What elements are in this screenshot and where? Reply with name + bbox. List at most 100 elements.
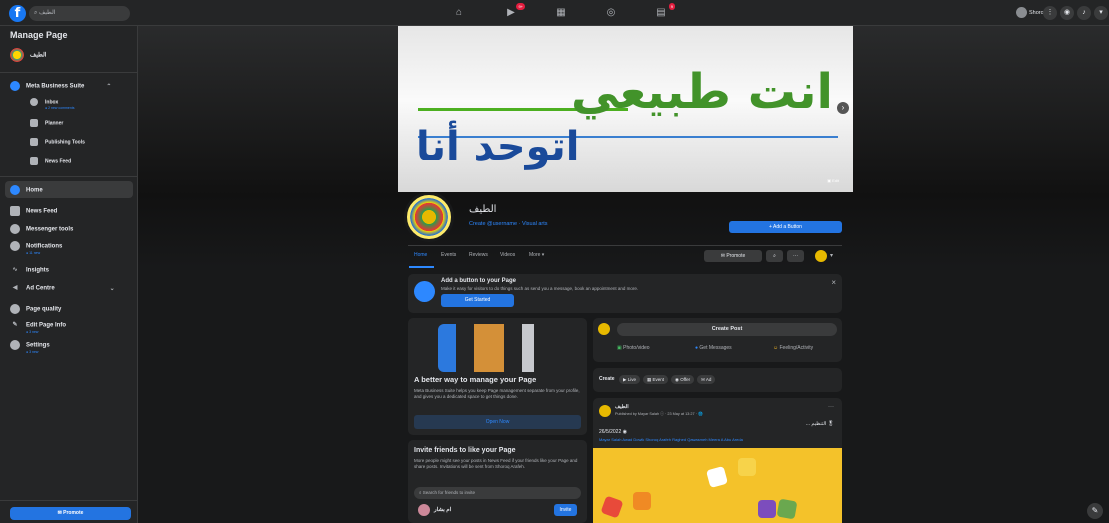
open-now-button[interactable]: Open Now [414, 415, 581, 429]
sidebar-item-home[interactable]: Home [10, 185, 43, 195]
live-label: Live [627, 377, 636, 382]
notifications-bell-icon[interactable]: ♪ [1077, 6, 1091, 20]
sidebar-item-mbs[interactable]: Meta Business Suite ⌃ [10, 81, 111, 91]
sidebar-item-publishing-tools[interactable]: Publishing Tools [30, 138, 85, 146]
invite-button[interactable]: Invite [554, 504, 577, 516]
sidebar-item-label: Planner [45, 120, 64, 127]
puzzle-piece [705, 465, 729, 489]
sidebar-item-page-quality[interactable]: Page quality [10, 304, 61, 314]
cover-photo[interactable]: انت طبيعي اتوحد أنا › ▣ Edit [398, 26, 853, 192]
chevron-down-icon[interactable]: ▾ [830, 252, 833, 259]
add-button-button[interactable]: + Add a Button [729, 221, 842, 233]
post-tags[interactable]: Mayar Salah Awad Dowik Shoroq Arafeh Rag… [599, 437, 839, 442]
photo-video-label: Photo/video [623, 345, 650, 351]
post-author[interactable]: الطيف [615, 404, 629, 410]
add-button-title: Add a button to your Page [441, 278, 516, 284]
sidebar-page-switcher[interactable]: الطيف [10, 48, 46, 62]
gaming-nav-icon[interactable]: ▤ 9 [653, 3, 675, 21]
feeling-activity-button[interactable]: ☺ Feeling/Activity [773, 345, 813, 351]
create-post-button[interactable]: Create Post [617, 323, 837, 336]
friend-search-input[interactable]: ⌕ Search for friends to invite [414, 487, 581, 499]
planner-icon [30, 119, 38, 127]
post-meta: Published by Mayar Salah ⓘ · 23 May at 1… [615, 412, 703, 416]
tab-more[interactable]: More ▾ [529, 252, 544, 258]
friend-name: ام بشار [434, 507, 452, 513]
sidebar-item-messenger-tools[interactable]: Messenger tools [10, 224, 73, 234]
sidebar-item-ad-centre[interactable]: ◀ Ad Centre ⌄ [10, 283, 115, 293]
page-avatar [10, 48, 24, 62]
more-options-button[interactable]: ··· [787, 250, 804, 262]
get-messages-button[interactable]: ● Get Messages [695, 345, 732, 351]
sidebar-item-label: Meta Business Suite [26, 83, 85, 90]
promote-button[interactable]: ✉ Promote [10, 507, 131, 520]
cover-text-bottom: اتوحد أنا [416, 124, 580, 170]
marketplace-nav-icon[interactable]: ▦ [553, 5, 569, 21]
tab-videos[interactable]: Videos [500, 252, 515, 258]
sidebar-item-insights[interactable]: ∿ Insights [10, 265, 49, 275]
ad-label: Ad [705, 377, 712, 382]
top-bar: f ⌕ الطيف ⌂ ▶ 9+ ▦ ◎ ▤ 9 Shoroq ⋮ ◉ ♪ ▾ [0, 0, 1109, 26]
home-nav-icon[interactable]: ⌂ [451, 5, 467, 21]
mbs-illustration-icon [438, 324, 558, 372]
edit-info-status: ● 3 new [26, 330, 39, 334]
get-started-button[interactable]: Get Started [441, 294, 514, 307]
watch-nav-icon[interactable]: ▶ 9+ [503, 3, 525, 21]
edit-cover-button[interactable]: ▣ Edit [827, 178, 839, 183]
search-button[interactable]: ⌕ [766, 250, 783, 262]
sidebar-item-edit-page-info[interactable]: ✎ Edit Page Info ● 3 new [10, 320, 66, 334]
get-messages-label: Get Messages [699, 345, 732, 351]
post-image[interactable] [593, 448, 842, 523]
sidebar-item-inbox[interactable]: Inbox ● 2 new comments [30, 98, 75, 110]
search-input[interactable]: ⌕ الطيف [29, 6, 130, 21]
messenger-icon[interactable]: ◉ [1060, 6, 1074, 20]
tab-reviews[interactable]: Reviews [469, 252, 488, 258]
groups-nav-icon[interactable]: ◎ [603, 5, 619, 21]
sidebar-item-label: Publishing Tools [45, 139, 85, 146]
page-quality-icon [10, 304, 20, 314]
page-profile-picture[interactable] [404, 192, 454, 242]
compose-message-icon[interactable]: ✎ [1087, 503, 1103, 519]
offer-chip[interactable]: ◉ Offer [671, 375, 695, 384]
news-feed-icon [10, 206, 20, 216]
close-icon[interactable]: × [831, 278, 836, 287]
sidebar-item-label: Ad Centre [26, 285, 55, 292]
mbs-title: A better way to manage your Page [414, 375, 537, 384]
live-chip[interactable]: ▶ Live [619, 375, 640, 384]
event-label: Event [652, 377, 665, 382]
sidebar-item-settings[interactable]: Settings ● 3 new [10, 340, 50, 354]
offer-label: Offer [680, 377, 691, 382]
tab-home[interactable]: Home [414, 252, 427, 258]
tab-events[interactable]: Events [441, 252, 456, 258]
ad-chip[interactable]: ✉ Ad [697, 375, 716, 384]
friend-avatar [418, 504, 430, 516]
account-menu-icon[interactable]: ▾ [1094, 6, 1108, 20]
sidebar-item-news-feed[interactable]: News Feed [10, 206, 57, 216]
photo-video-button[interactable]: ▣ Photo/video [617, 345, 650, 351]
sidebar-item-planner[interactable]: Planner [30, 119, 63, 127]
inbox-icon [30, 98, 38, 106]
chevron-down-icon: ⌄ [109, 285, 115, 292]
avatar [599, 405, 611, 417]
divider [0, 176, 138, 177]
sidebar-item-label: Messenger tools [26, 226, 74, 233]
page-voice-avatar[interactable] [815, 250, 827, 262]
create-username-link[interactable]: Create @username [469, 221, 517, 227]
meta-business-icon [10, 81, 20, 91]
promote-tab-button[interactable]: ✉ Promote [704, 250, 762, 262]
sidebar-item-news-feed-sub[interactable]: News Feed [30, 157, 71, 165]
facebook-logo[interactable]: f [9, 5, 26, 22]
sidebar-item-label: Home [26, 187, 43, 194]
puzzle-piece [633, 492, 651, 510]
news-feed-icon [30, 157, 38, 165]
post-options-icon[interactable]: ··· [828, 404, 834, 410]
chevron-up-icon: ⌃ [106, 83, 112, 90]
create-label: Create [599, 376, 615, 382]
sidebar-item-notifications[interactable]: Notifications ● 11 new [10, 241, 62, 255]
megaphone-icon: ◀ [12, 285, 18, 291]
chevron-right-icon[interactable]: › [837, 102, 849, 114]
manage-page-sidebar: Manage Page الطيف Meta Business Suite ⌃ I… [0, 26, 138, 523]
sidebar-item-label: Edit Page Info [26, 322, 67, 329]
menu-grid-icon[interactable]: ⋮ [1043, 6, 1057, 20]
event-chip[interactable]: ▦ Event [642, 375, 669, 384]
post-text: ... التنظيم 🎖 [805, 421, 834, 427]
